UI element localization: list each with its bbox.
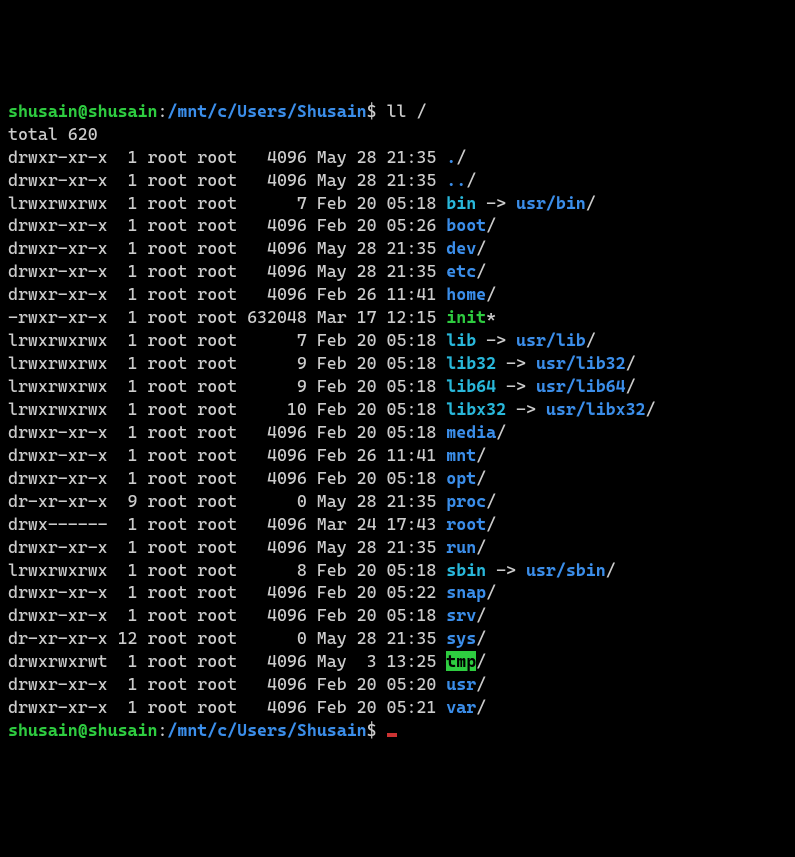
list-item: dr-xr-xr-x 9 root root 0 May 28 21:35 pr… xyxy=(8,491,496,511)
list-item: drwxr-xr-x 1 root root 4096 Feb 20 05:26… xyxy=(8,215,496,235)
prompt-host: shusain xyxy=(88,720,158,740)
command-text: ll / xyxy=(387,101,427,121)
cursor-icon xyxy=(387,733,397,737)
list-item: drwxrwxrwt 1 root root 4096 May 3 13:25 … xyxy=(8,651,486,671)
list-item: -rwxr-xr-x 1 root root 632048 Mar 17 12:… xyxy=(8,307,496,327)
list-item: drwxr-xr-x 1 root root 4096 Feb 20 05:18… xyxy=(8,605,486,625)
list-item: drwxr-xr-x 1 root root 4096 Feb 20 05:22… xyxy=(8,582,496,602)
list-item: drwxr-xr-x 1 root root 4096 May 28 21:35… xyxy=(8,170,476,190)
prompt-line-1: shusain@shusain:/mnt/c/Users/Shusain$ ll… xyxy=(8,101,426,121)
list-item: lrwxrwxrwx 1 root root 9 Feb 20 05:18 li… xyxy=(8,353,636,373)
prompt-cwd: /mnt/c/Users/Shusain xyxy=(167,101,366,121)
prompt-at: @ xyxy=(78,101,88,121)
list-item: lrwxrwxrwx 1 root root 7 Feb 20 05:18 bi… xyxy=(8,193,596,213)
prompt-at: @ xyxy=(78,720,88,740)
file-listing: drwxr-xr-x 1 root root 4096 May 28 21:35… xyxy=(8,147,655,718)
prompt-sigil: $ xyxy=(367,720,377,740)
prompt-colon: : xyxy=(157,101,167,121)
list-item: drwxr-xr-x 1 root root 4096 May 28 21:35… xyxy=(8,238,486,258)
list-item: lrwxrwxrwx 1 root root 10 Feb 20 05:18 l… xyxy=(8,399,655,419)
list-item: drwxr-xr-x 1 root root 4096 May 28 21:35… xyxy=(8,147,466,167)
list-item: lrwxrwxrwx 1 root root 9 Feb 20 05:18 li… xyxy=(8,376,636,396)
prompt-user: shusain xyxy=(8,101,78,121)
prompt-colon: : xyxy=(157,720,167,740)
prompt-user: shusain xyxy=(8,720,78,740)
list-item: lrwxrwxrwx 1 root root 7 Feb 20 05:18 li… xyxy=(8,330,596,350)
prompt-line-2[interactable]: shusain@shusain:/mnt/c/Users/Shusain$ xyxy=(8,720,397,740)
list-item: drwxr-xr-x 1 root root 4096 Feb 20 05:21… xyxy=(8,697,486,717)
list-item: drwxr-xr-x 1 root root 4096 Feb 20 05:18… xyxy=(8,468,486,488)
list-item: drwx------ 1 root root 4096 Mar 24 17:43… xyxy=(8,514,496,534)
list-item: drwxr-xr-x 1 root root 4096 Feb 20 05:18… xyxy=(8,422,506,442)
list-item: drwxr-xr-x 1 root root 4096 May 28 21:35… xyxy=(8,261,486,281)
list-item: drwxr-xr-x 1 root root 4096 Feb 26 11:41… xyxy=(8,284,496,304)
prompt-host: shusain xyxy=(88,101,158,121)
terminal[interactable]: shusain@shusain:/mnt/c/Users/Shusain$ ll… xyxy=(8,100,787,742)
list-item: drwxr-xr-x 1 root root 4096 Feb 26 11:41… xyxy=(8,445,486,465)
total-line: total 620 xyxy=(8,124,98,144)
prompt-cwd: /mnt/c/Users/Shusain xyxy=(167,720,366,740)
list-item: drwxr-xr-x 1 root root 4096 Feb 20 05:20… xyxy=(8,674,486,694)
list-item: lrwxrwxrwx 1 root root 8 Feb 20 05:18 sb… xyxy=(8,560,616,580)
prompt-sigil: $ xyxy=(367,101,377,121)
list-item: drwxr-xr-x 1 root root 4096 May 28 21:35… xyxy=(8,537,486,557)
list-item: dr-xr-xr-x 12 root root 0 May 28 21:35 s… xyxy=(8,628,486,648)
